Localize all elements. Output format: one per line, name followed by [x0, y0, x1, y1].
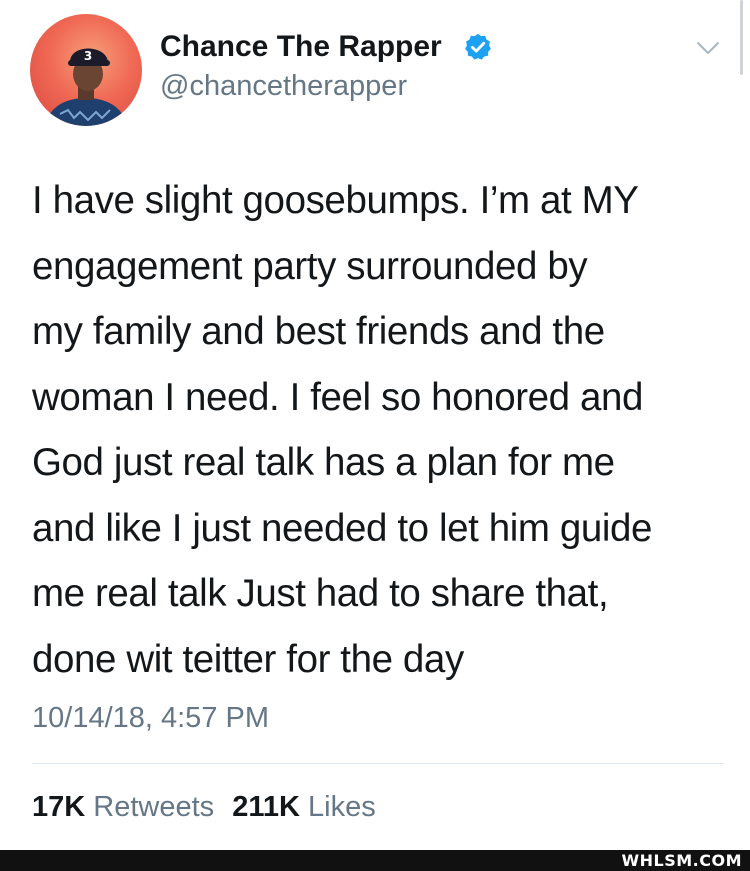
- tweet-text-line: I have slight goosebumps. I’m at MY: [32, 179, 639, 222]
- avatar[interactable]: 3: [30, 14, 142, 126]
- scrollbar[interactable]: [740, 0, 743, 75]
- retweets-count: 17K: [32, 791, 86, 823]
- tweet-text-line: me real talk Just had to share that,: [32, 572, 609, 615]
- tweet-text-line: engagement party surrounded by: [32, 244, 588, 288]
- chevron-down-icon[interactable]: [696, 40, 720, 56]
- tweet-card: 3 Chance The Rapper @chancetherapper I h…: [0, 0, 750, 850]
- divider: [32, 763, 724, 764]
- cap-number: 3: [84, 49, 92, 63]
- watermark: WHLSM.COM: [621, 851, 742, 870]
- tweet-timestamp[interactable]: 10/14/18, 4:57 PM: [32, 702, 269, 735]
- user-handle[interactable]: @chancetherapper: [160, 70, 407, 103]
- tweet-text-line: and like I just needed to let him guide: [32, 506, 653, 550]
- tweet-stats: 17K Retweets 211K Likes: [32, 791, 386, 824]
- display-name[interactable]: Chance The Rapper: [160, 30, 442, 64]
- footer-bar: WHLSM.COM: [0, 850, 750, 871]
- tweet-text: I have slight goosebumps. I’m at MY enga…: [32, 168, 732, 692]
- retweets-label: Retweets: [93, 791, 215, 823]
- retweets-stat[interactable]: 17K Retweets: [32, 791, 214, 823]
- tweet-text-line: done wit teitter for the day: [32, 637, 464, 681]
- avatar-image: 3: [44, 48, 128, 126]
- verified-badge-icon: [465, 33, 491, 60]
- likes-label: Likes: [308, 791, 376, 823]
- tweet-text-line: God just real talk has a plan for me: [32, 441, 615, 484]
- likes-count: 211K: [232, 791, 300, 823]
- tweet-text-line: woman I need. I feel so honored and: [32, 375, 643, 419]
- likes-stat[interactable]: 211K Likes: [232, 791, 376, 823]
- tweet-text-line: my family and best friends and the: [32, 310, 605, 353]
